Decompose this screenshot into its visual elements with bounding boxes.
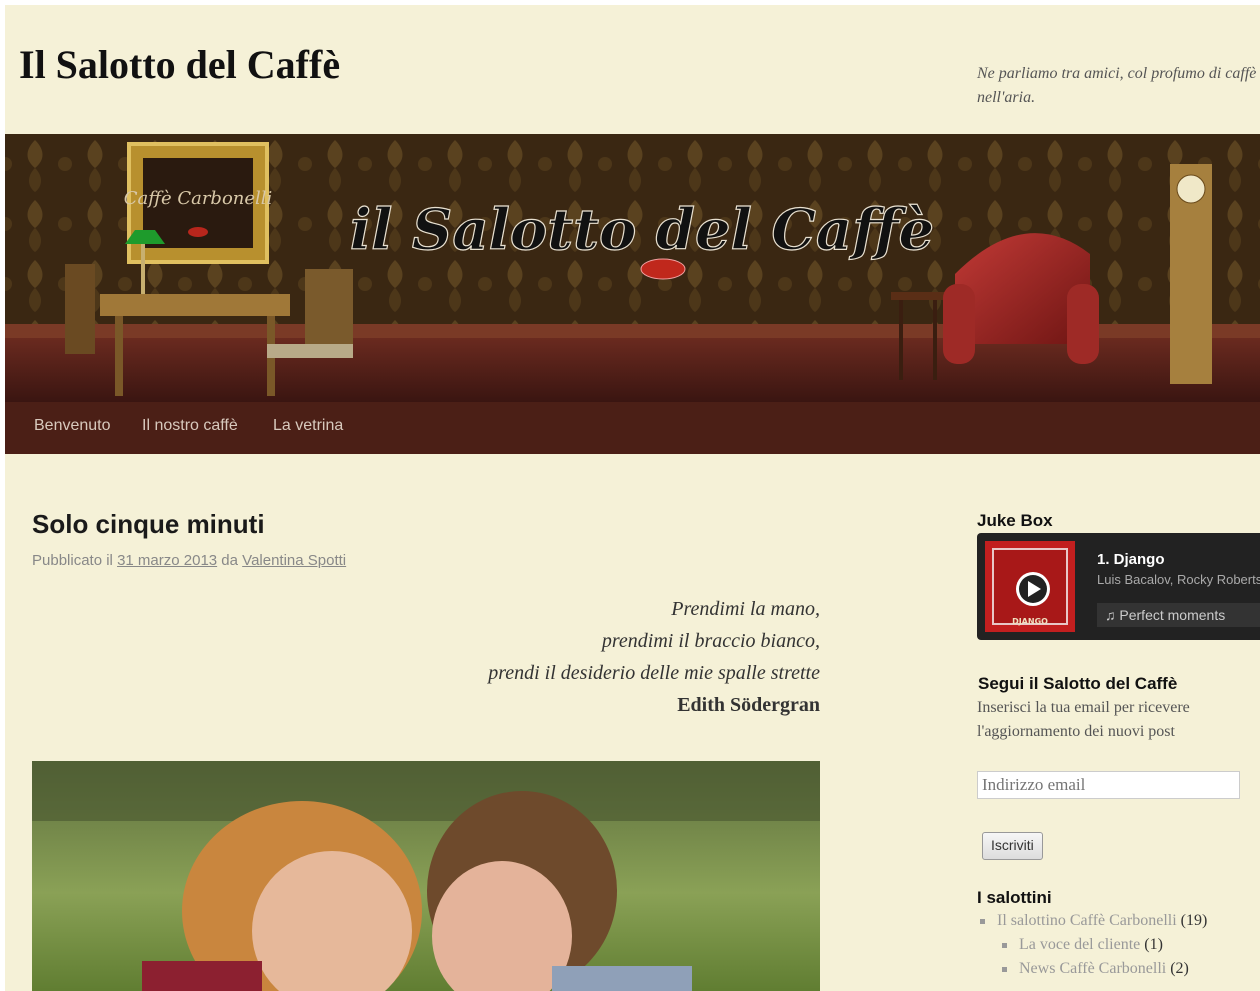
post-meta-prefix: Pubblicato il [32,552,118,569]
post-meta: Pubblicato il 31 marzo 2013 da Valentina… [32,552,346,569]
album-link[interactable]: ♫ Perfect moments [1097,603,1260,627]
post-image[interactable] [32,761,820,991]
track-artist: Luis Bacalov, Rocky Roberts [1097,572,1260,587]
header-banner[interactable]: Caffè Carbonelli il Salotto del Caffè [5,134,1260,402]
category-label[interactable]: News Caffè Carbonelli [1019,960,1166,977]
site-title[interactable]: Il Salotto del Caffè [19,41,340,88]
music-note-icon: ♫ [1105,607,1116,623]
subscribe-button[interactable]: Iscriviti [982,832,1043,860]
album-cover-art: DJANGO [985,541,1075,632]
categories-list: Il salottino Caffè Carbonelli (19) La vo… [977,909,1207,981]
jukebox-player[interactable]: DJANGO 1. Django Luis Bacalov, Rocky Rob… [977,533,1260,640]
poem-line: prendimi il braccio bianco, [601,630,820,652]
category-item[interactable]: Il salottino Caffè Carbonelli (19) [977,909,1207,933]
site-tagline: Ne parliamo tra amici, col profumo di ca… [977,65,1257,106]
logo-text: il Salotto del Caffè [350,197,934,263]
email-input[interactable] [977,771,1240,799]
category-count: (1) [1144,936,1163,953]
category-count: (19) [1180,912,1208,929]
post-image-illustration [32,761,820,991]
category-item[interactable]: La voce del cliente (1) [977,933,1207,957]
post-author-link[interactable]: Valentina Spotti [242,552,346,569]
categories-title: I salottini [977,888,1052,907]
jukebox-title: Juke Box [977,511,1053,530]
nav-item-il-nostro-caffe[interactable]: Il nostro caffè [142,417,238,435]
album-cover-text: DJANGO [1012,617,1048,626]
page: Il Salotto del Caffè Ne parliamo tra ami… [5,5,1260,991]
post-date-link[interactable]: 31 marzo 2013 [117,552,217,569]
nav-item-la-vetrina[interactable]: La vetrina [273,417,343,435]
follow-title: Segui il Salotto del Caffè [978,674,1178,693]
category-count: (2) [1170,960,1189,977]
post-title[interactable]: Solo cinque minuti [32,509,265,540]
category-label[interactable]: Il salottino Caffè Carbonelli [997,912,1177,929]
follow-description: Inserisci la tua email per ricevere l'ag… [977,699,1190,740]
category-label[interactable]: La voce del cliente [1019,936,1140,953]
main-nav: Benvenuto Il nostro caffè La vetrina [5,402,1260,454]
poem-line: prendi il desiderio delle mie spalle str… [488,662,820,684]
track-title[interactable]: 1. Django [1097,551,1165,568]
album-cover[interactable]: DJANGO [985,541,1075,632]
poem-author: Edith Södergran [677,694,820,716]
poem-line: Prendimi la mano, [671,598,820,620]
painting-text: Caffè Carbonelli [124,188,273,209]
album-name: Perfect moments [1119,607,1226,623]
nav-item-benvenuto[interactable]: Benvenuto [34,417,111,435]
category-item[interactable]: News Caffè Carbonelli (2) [977,957,1207,981]
post-meta-by: da [217,552,243,569]
poem-quote: Prendimi la mano, prendimi il braccio bi… [305,593,820,721]
banner-illustration: Caffè Carbonelli il Salotto del Caffè [5,134,1260,402]
